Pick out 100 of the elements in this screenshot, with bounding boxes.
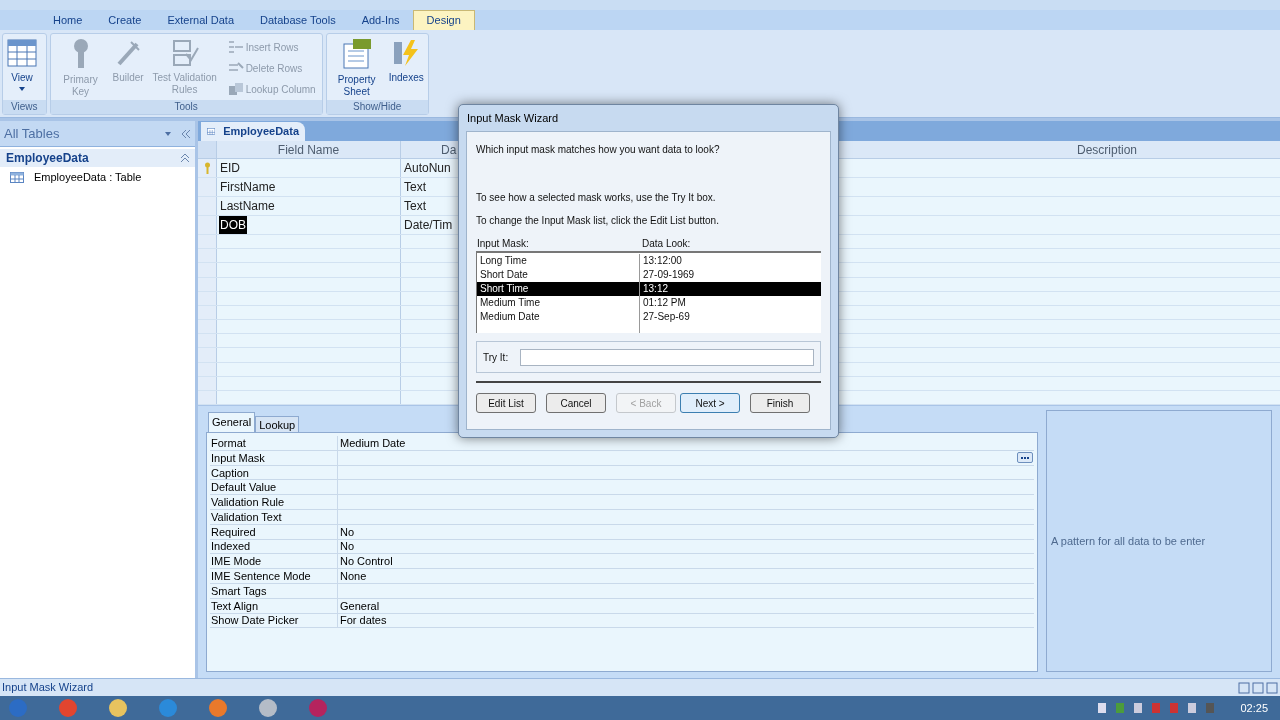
dropdown-arrow-icon[interactable] (165, 131, 171, 136)
property-tab[interactable]: Lookup (255, 416, 300, 432)
property-row[interactable]: IME Sentence Mode None (210, 569, 1034, 584)
property-row[interactable]: Smart Tags (210, 583, 1034, 599)
property-name: Indexed (210, 539, 338, 554)
row-selector[interactable] (198, 197, 217, 215)
property-row[interactable]: Input Mask (210, 450, 1034, 466)
mask-name: Medium Date (477, 310, 640, 324)
lookup-column-icon (227, 82, 244, 96)
mask-list-item[interactable]: Short Time 13:12 (477, 282, 821, 296)
property-name: Caption (210, 465, 338, 480)
property-row[interactable]: Caption (210, 465, 1034, 481)
property-row[interactable]: Indexed No (210, 539, 1034, 555)
navigation-group[interactable]: EmployeeData (0, 149, 195, 167)
property-row[interactable]: Text Align General (210, 598, 1034, 614)
ribbon-tab[interactable]: Database Tools (247, 10, 349, 30)
builder-button[interactable] (1017, 452, 1033, 464)
mask-name: Medium Time (477, 296, 640, 310)
ribbon-tab[interactable]: Design (412, 10, 475, 30)
dialog-button[interactable]: Next > (680, 393, 740, 413)
mask-data-look: 27-Sep-69 (642, 310, 690, 324)
property-value[interactable]: For dates (338, 613, 1034, 628)
list-header: Input Mask: (476, 237, 530, 250)
mask-name: Short Time (477, 282, 640, 296)
document-tab[interactable]: EmployeeData (201, 122, 305, 141)
property-name: Format (210, 435, 338, 450)
mask-list-item[interactable]: Medium Time 01:12 PM (477, 296, 821, 310)
ribbon-tab[interactable]: Create (95, 10, 155, 30)
property-row[interactable]: IME Mode No Control (210, 554, 1034, 570)
ribbon-button[interactable]: View (5, 34, 39, 100)
ribbon-group-label: Views (3, 100, 46, 114)
column-header: Description (1077, 142, 1138, 158)
field-name: DOB (219, 216, 247, 234)
property-row[interactable]: Validation Rule (210, 495, 1034, 510)
property-name: Default Value (210, 480, 338, 495)
mask-list-item[interactable]: Long Time 13:12:00 (477, 254, 821, 268)
property-name: IME Sentence Mode (210, 569, 338, 584)
property-name: Required (210, 524, 338, 539)
property-name: IME Mode (210, 554, 338, 569)
row-selector[interactable] (198, 320, 217, 334)
ribbon-button[interactable]: Indexes (386, 34, 426, 100)
mask-list-item[interactable]: Medium Date 27-Sep-69 (477, 310, 821, 324)
property-row[interactable]: Show Date Picker For dates (210, 613, 1034, 629)
property-row[interactable]: Validation Text (210, 510, 1034, 525)
row-selector[interactable] (198, 263, 217, 277)
insert-rows-icon (227, 40, 244, 54)
property-name: Show Date Picker (210, 613, 338, 628)
ribbon-tab[interactable]: Home (40, 10, 96, 30)
table-grid-icon (7, 38, 37, 68)
clock[interactable]: 02:25 (1240, 699, 1276, 717)
property-row[interactable]: Default Value (210, 480, 1034, 496)
dialog-button[interactable]: Cancel (546, 393, 606, 413)
dialog-button[interactable]: Edit List (476, 393, 536, 413)
dropdown-arrow-icon (19, 87, 25, 91)
property-name: Smart Tags (210, 583, 338, 598)
tab-label: EmployeeData (223, 124, 299, 140)
try-it-field[interactable] (520, 348, 814, 366)
row-selector[interactable] (198, 348, 217, 362)
try-it-label: Try It: (483, 350, 509, 365)
ribbon-tab[interactable]: Add-Ins (348, 10, 413, 30)
mask-data-look: 27-09-1969 (642, 268, 695, 282)
row-selector[interactable] (198, 159, 217, 177)
property-name: Input Mask (210, 450, 338, 465)
collapse-up-icon[interactable] (181, 154, 189, 162)
row-selector[interactable] (198, 235, 217, 249)
property-name: Text Align (210, 598, 338, 613)
list-header: Data Look: (642, 237, 691, 250)
navigation-item[interactable]: EmployeeData : Table (0, 167, 195, 187)
field-name: LastName (219, 198, 276, 215)
column-header: Field Name (217, 141, 401, 158)
property-value[interactable]: General (338, 598, 1034, 613)
row-selector[interactable] (198, 249, 217, 263)
field-name: EID (219, 160, 241, 177)
dialog-button[interactable]: Finish (750, 393, 810, 413)
ribbon-button[interactable]: Property Sheet (328, 34, 385, 100)
item-label: EmployeeData : Table (34, 169, 142, 185)
mask-name: Long Time (477, 254, 640, 268)
property-value[interactable]: No Control (338, 554, 1034, 569)
row-selector[interactable] (198, 334, 217, 348)
ribbon-tab[interactable]: External Data (154, 10, 248, 30)
table-icon (10, 171, 24, 183)
property-value[interactable]: No (338, 539, 1034, 554)
select-all-corner[interactable] (198, 141, 217, 158)
property-value[interactable]: None (338, 569, 1034, 584)
collapse-icon[interactable] (181, 129, 191, 138)
view-buttons-icon[interactable] (1238, 681, 1278, 694)
ribbon-group-label: Tools (50, 100, 322, 114)
row-selector[interactable] (198, 216, 217, 234)
property-row[interactable]: Required No (210, 524, 1034, 540)
property-tab[interactable]: General (208, 412, 256, 432)
ribbon-group-label: Show/Hide (326, 100, 428, 114)
property-value[interactable]: No (338, 524, 1034, 539)
property-sheet-icon (340, 38, 373, 70)
row-selector[interactable] (198, 178, 217, 196)
navigation-header[interactable]: All Tables (0, 121, 195, 147)
field-name: FirstName (219, 179, 277, 196)
mask-data-look: 13:12 (642, 282, 669, 296)
property-value[interactable]: Medium Date (338, 435, 1034, 450)
navigation-title: All Tables (4, 124, 61, 143)
mask-data-look: 13:12:00 (642, 254, 682, 268)
